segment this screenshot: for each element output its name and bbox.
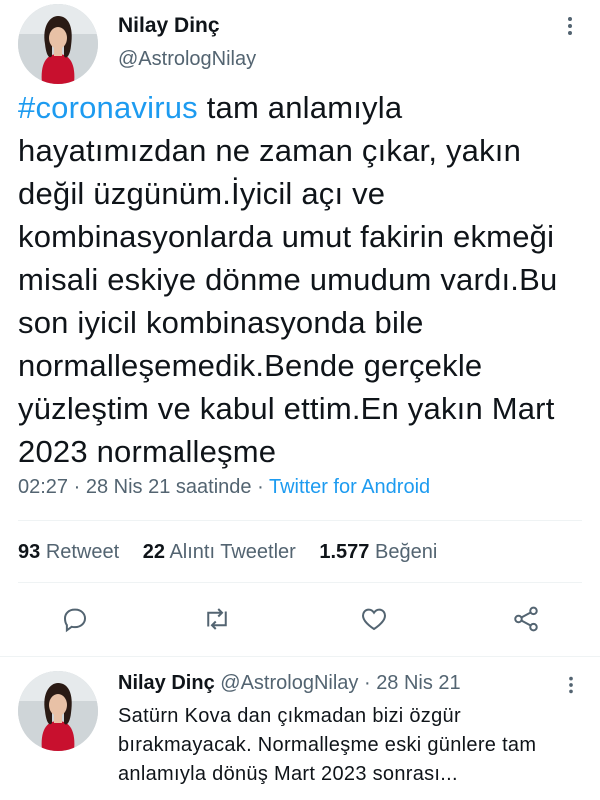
tweet-date[interactable]: 28 Nis 21 saatinde xyxy=(86,476,252,498)
divider xyxy=(18,582,582,583)
author-avatar[interactable] xyxy=(18,4,98,84)
hashtag-link[interactable]: #coronavirus xyxy=(18,90,198,125)
profile-photo xyxy=(18,671,98,751)
tweet-source[interactable]: Twitter for Android xyxy=(269,476,430,498)
reply-more-options-icon[interactable] xyxy=(560,674,582,696)
reply-header: Nilay Dinç @AstrologNilay · 28 Nis 21 xyxy=(118,672,461,695)
profile-photo xyxy=(18,4,98,84)
reply-date[interactable]: 28 Nis 21 xyxy=(376,672,461,694)
action-bar xyxy=(0,604,600,640)
reply-text[interactable]: Satürn Kova dan çıkmadan bizi özgür bıra… xyxy=(118,702,588,789)
reply-author-name[interactable]: Nilay Dinç xyxy=(118,672,215,694)
tweet-body-text: tam anlamıyla hayatımızdan ne zaman çıka… xyxy=(18,90,558,469)
reply-author-handle[interactable]: @AstrologNilay xyxy=(220,672,358,694)
reply-separator: · xyxy=(363,672,371,694)
meta-separator: · xyxy=(73,476,81,498)
section-divider xyxy=(0,656,600,657)
tweet-time[interactable]: 02:27 xyxy=(18,476,68,498)
share-icon[interactable] xyxy=(511,604,541,634)
tweet-stats: 93 Retweet 22 Alıntı Tweetler 1.577 Beğe… xyxy=(18,541,455,564)
reply-author-avatar[interactable] xyxy=(18,671,98,751)
reply-icon[interactable] xyxy=(60,604,90,634)
quote-stat[interactable]: 22 Alıntı Tweetler xyxy=(143,541,314,563)
like-stat[interactable]: 1.577 Beğeni xyxy=(319,541,455,563)
divider xyxy=(18,520,582,521)
author-handle[interactable]: @AstrologNilay xyxy=(118,48,256,71)
like-icon[interactable] xyxy=(359,604,389,634)
tweet-text: #coronavirus tam anlamıyla hayatımızdan … xyxy=(18,86,588,473)
tweet-meta: 02:27 · 28 Nis 21 saatinde · Twitter for… xyxy=(18,476,430,499)
retweet-icon[interactable] xyxy=(202,604,232,634)
retweet-stat[interactable]: 93 Retweet xyxy=(18,541,137,563)
author-name[interactable]: Nilay Dinç xyxy=(118,14,220,38)
more-options-icon[interactable] xyxy=(558,14,582,38)
meta-separator-2: · xyxy=(257,476,264,498)
